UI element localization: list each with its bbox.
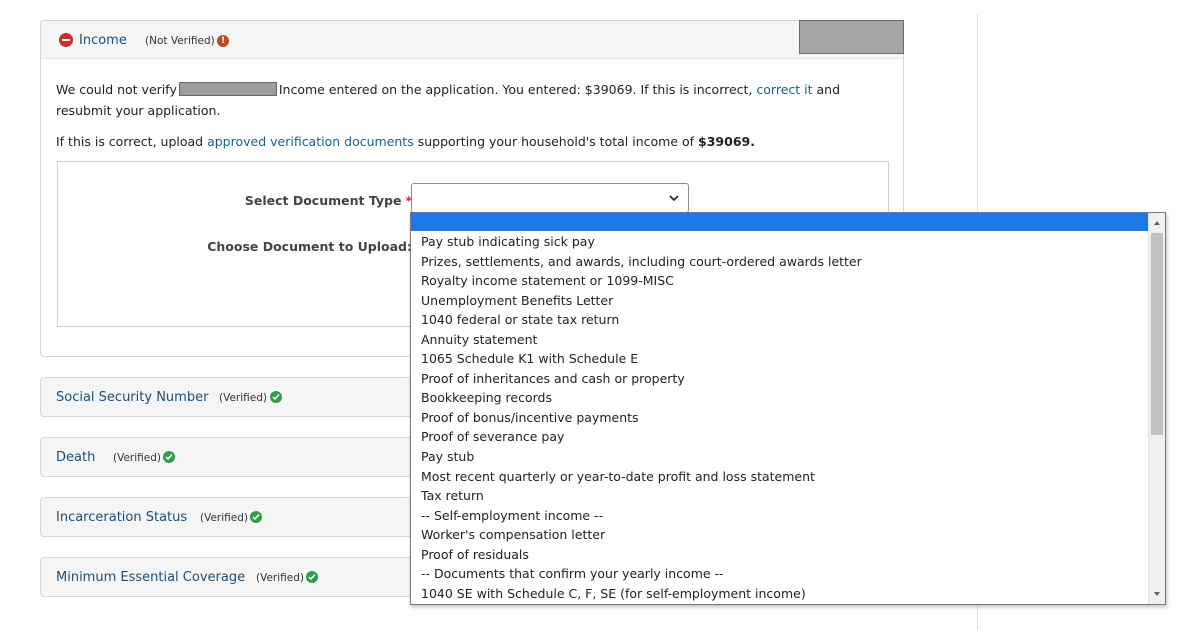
section-status: (Verified) [200, 512, 248, 524]
dropdown-option[interactable]: Proof of inheritances and cash or proper… [411, 369, 1149, 389]
income-status: (Not Verified) [145, 35, 215, 47]
section-status: (Verified) [219, 392, 267, 404]
upload-instruction: If this is correct, upload approved veri… [56, 131, 876, 152]
check-circle-icon [270, 391, 282, 403]
section-title[interactable]: Incarceration Status [56, 510, 187, 525]
section-title[interactable]: Death [56, 450, 95, 465]
option-list: Pay stub indicating sick pay Prizes, set… [411, 232, 1149, 603]
document-type-label-text: Select Document Type [244, 193, 402, 208]
instruction-text: If this is correct, upload [56, 134, 204, 149]
scroll-down-arrow-icon[interactable] [1149, 586, 1165, 602]
instruction-text: supporting your household's total income… [417, 134, 695, 149]
dropdown-scrollbar[interactable] [1148, 213, 1165, 604]
dropdown-option[interactable]: Proof of severance pay [411, 427, 1149, 447]
dropdown-option[interactable]: Unemployment Benefits Letter [411, 291, 1149, 311]
document-type-dropdown[interactable]: Pay stub indicating sick pay Prizes, set… [410, 212, 1166, 605]
message-text: We could not verify [56, 82, 177, 97]
check-circle-icon [306, 571, 318, 583]
verification-documents-link[interactable]: approved verification documents [207, 134, 414, 149]
check-circle-icon [163, 451, 175, 463]
income-title[interactable]: Income [79, 33, 127, 48]
dropdown-option[interactable]: -- Self-employment income -- [411, 506, 1149, 526]
dropdown-option[interactable]: 1040 SE with Schedule C, F, SE (for self… [411, 584, 1149, 604]
check-circle-icon [250, 511, 262, 523]
dropdown-option[interactable]: Pay stub indicating sick pay [411, 232, 1149, 252]
income-panel-header[interactable]: Income (Not Verified) ! [41, 20, 904, 59]
section-status: (Verified) [256, 572, 304, 584]
dropdown-option[interactable]: Proof of bonus/incentive payments [411, 408, 1149, 428]
dropdown-option[interactable]: Proof of residuals [411, 545, 1149, 565]
section-status: (Verified) [113, 452, 161, 464]
collapse-minus-icon[interactable] [59, 33, 73, 47]
redacted-block [799, 20, 904, 54]
section-title[interactable]: Social Security Number [56, 390, 208, 405]
dropdown-option[interactable]: Annuity statement [411, 330, 1149, 350]
dropdown-option[interactable]: 1065 Schedule K1 with Schedule E [411, 349, 1149, 369]
dropdown-option[interactable]: 1040 federal or state tax return [411, 310, 1149, 330]
dropdown-option[interactable]: Prizes, settlements, and awards, includi… [411, 252, 1149, 272]
dropdown-option[interactable]: Pay stub [411, 447, 1149, 467]
income-amount: $39069. [698, 134, 755, 149]
scroll-up-arrow-icon[interactable] [1149, 215, 1165, 231]
dropdown-option[interactable]: -- Documents that confirm your yearly in… [411, 564, 1149, 584]
dropdown-option[interactable]: Most recent quarterly or year-to-date pr… [411, 467, 1149, 487]
dropdown-option[interactable]: Royalty income statement or 1099-MISC [411, 271, 1149, 291]
dropdown-option[interactable]: Worker's compensation letter [411, 525, 1149, 545]
document-type-select[interactable] [411, 183, 689, 213]
correct-it-link[interactable]: correct it [756, 82, 812, 97]
scroll-thumb[interactable] [1151, 233, 1163, 435]
message-text: Income entered on the application. You e… [278, 82, 753, 97]
verification-message: We could not verify Income entered on the… [56, 79, 846, 121]
section-title[interactable]: Minimum Essential Coverage [56, 570, 245, 585]
redacted-inline [178, 82, 277, 96]
exclamation-icon: ! [217, 35, 229, 47]
dropdown-option[interactable]: Tax return [411, 486, 1149, 506]
document-type-label: Select Document Type * [245, 193, 412, 208]
chevron-down-icon [669, 195, 679, 202]
selected-option[interactable] [411, 213, 1149, 231]
dropdown-option[interactable]: Bookkeeping records [411, 388, 1149, 408]
choose-document-label: Choose Document to Upload: [207, 239, 412, 254]
